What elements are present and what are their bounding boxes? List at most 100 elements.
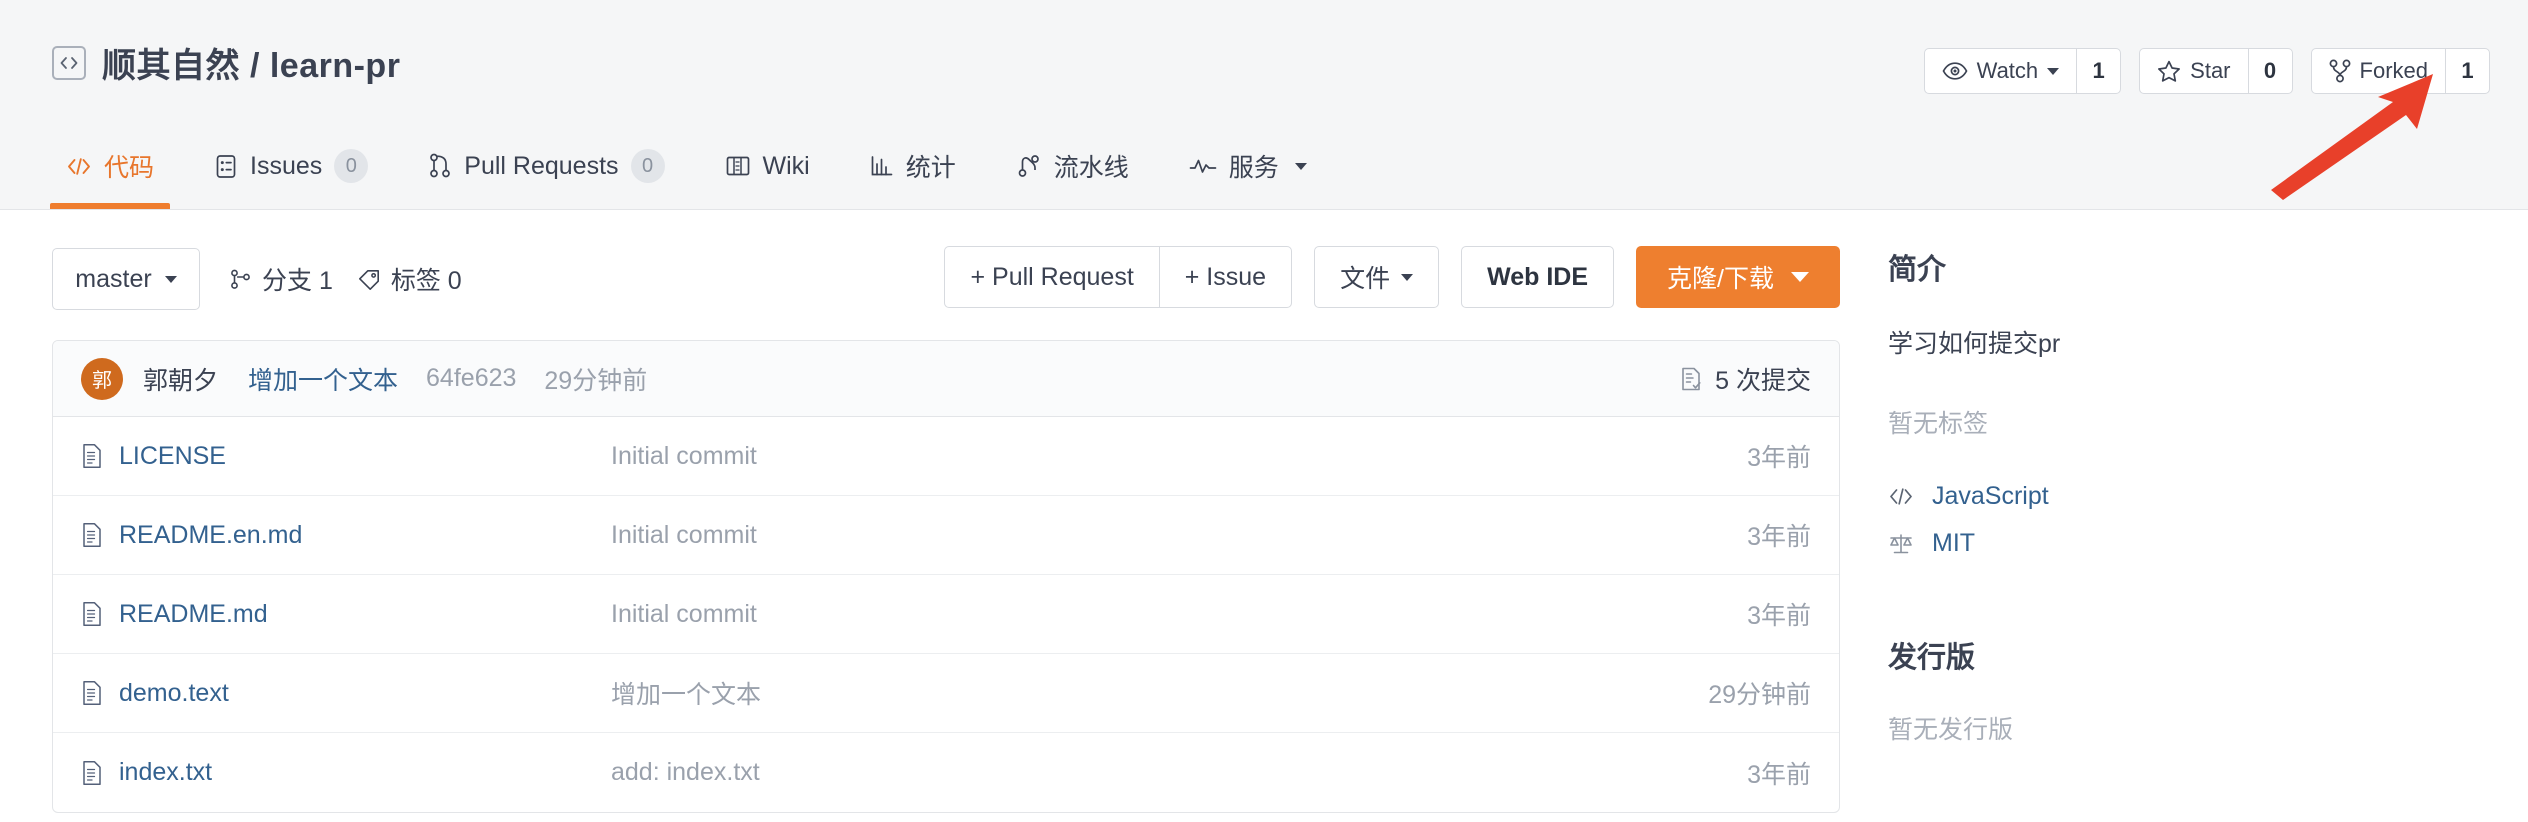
chevron-down-icon bbox=[164, 275, 177, 283]
star-count: 0 bbox=[2247, 49, 2292, 93]
table-row[interactable]: README.en.md Initial commit 3年前 bbox=[53, 496, 1839, 575]
header-actions: Watch 1 Star 0 Forked 1 bbox=[1923, 48, 2490, 94]
file-icon bbox=[81, 760, 103, 786]
tab-issues-badge: 0 bbox=[334, 149, 369, 183]
pipeline-icon bbox=[1016, 154, 1042, 178]
branch-count-label: 分支 1 bbox=[262, 267, 333, 295]
branch-count[interactable]: 分支 1 bbox=[230, 261, 333, 297]
avatar[interactable]: 郭 bbox=[81, 357, 123, 400]
commit-sha[interactable]: 64fe623 bbox=[426, 364, 516, 393]
file-name-cell[interactable]: index.txt bbox=[81, 758, 611, 787]
commit-count[interactable]: 5 次提交 bbox=[1679, 361, 1811, 397]
forked-button[interactable]: Forked bbox=[2312, 49, 2445, 93]
clone-download-button[interactable]: 克隆/下载 bbox=[1636, 246, 1840, 308]
tab-statistics[interactable]: 统计 bbox=[840, 123, 986, 209]
tab-issues-label: Issues bbox=[250, 151, 323, 180]
watch-label: Watch bbox=[1976, 58, 2039, 83]
new-pull-request-button[interactable]: + Pull Request bbox=[944, 246, 1159, 308]
table-row[interactable]: LICENSE Initial commit 3年前 bbox=[53, 417, 1839, 496]
tab-statistics-label: 统计 bbox=[905, 154, 956, 182]
tab-services-label: 服务 bbox=[1228, 154, 1279, 182]
issues-icon bbox=[214, 154, 238, 179]
file-commit-message: Initial commit bbox=[611, 441, 757, 470]
chevron-down-icon[interactable] bbox=[2047, 67, 2060, 75]
tab-pull-requests[interactable]: Pull Requests 0 bbox=[398, 123, 694, 209]
forked-label: Forked bbox=[2359, 58, 2428, 83]
commit-message[interactable]: 增加一个文本 bbox=[248, 361, 398, 397]
eye-icon bbox=[1942, 62, 1968, 80]
commit-history-icon bbox=[1679, 366, 1703, 392]
file-time: 3年前 bbox=[1747, 602, 1811, 630]
file-name-cell[interactable]: demo.text bbox=[81, 679, 611, 708]
repo-description: 学习如何提交pr bbox=[1888, 330, 2061, 358]
file-commit-message: Initial commit bbox=[611, 520, 757, 549]
commit-count-label: 5 次提交 bbox=[1715, 366, 1811, 395]
watch-button-group[interactable]: Watch 1 bbox=[1923, 48, 2122, 94]
branch-selector-label: master bbox=[75, 264, 152, 293]
toolbar-actions: + Pull Request + Issue 文件 Web IDE 克隆/下载 bbox=[944, 246, 1840, 308]
file-name: README.md bbox=[119, 599, 268, 628]
releases-heading: 发行版 bbox=[1888, 642, 1976, 674]
code-icon bbox=[1888, 488, 1914, 505]
file-icon bbox=[81, 522, 103, 548]
license-link[interactable]: MIT bbox=[1888, 529, 2448, 558]
file-icon bbox=[81, 601, 103, 627]
no-tags-text: 暂无标签 bbox=[1888, 410, 1989, 438]
tab-services[interactable]: 服务 bbox=[1159, 123, 1337, 209]
table-row[interactable]: demo.text 增加一个文本 29分钟前 bbox=[53, 654, 1839, 733]
chevron-down-icon[interactable] bbox=[1294, 162, 1307, 170]
language-label: JavaScript bbox=[1932, 482, 2049, 510]
repo-toolbar: master 分支 1 标签 0 + Pull Request + Issue … bbox=[0, 246, 1840, 312]
commit-author[interactable]: 郭朝夕 bbox=[143, 361, 218, 397]
web-ide-button[interactable]: Web IDE bbox=[1461, 246, 1615, 308]
service-icon bbox=[1189, 157, 1217, 175]
file-name-cell[interactable]: README.md bbox=[81, 600, 611, 629]
tag-count[interactable]: 标签 0 bbox=[358, 261, 462, 297]
tab-code[interactable]: 代码 bbox=[36, 123, 184, 209]
watch-button[interactable]: Watch bbox=[1925, 49, 2077, 93]
branch-tag-meta: 分支 1 标签 0 bbox=[230, 261, 462, 297]
table-row[interactable]: index.txt add: index.txt 3年前 bbox=[53, 733, 1839, 812]
releases-section: 发行版 暂无发行版 bbox=[1888, 634, 2448, 746]
code-brackets-icon bbox=[52, 45, 86, 80]
file-icon bbox=[81, 443, 103, 469]
file-commit-message: Initial commit bbox=[611, 599, 757, 628]
file-name: index.txt bbox=[119, 758, 213, 786]
license-scale-icon bbox=[1888, 533, 1914, 555]
file-time: 29分钟前 bbox=[1708, 681, 1811, 709]
tab-pull-requests-label: Pull Requests bbox=[464, 151, 619, 180]
file-time: 3年前 bbox=[1747, 760, 1811, 789]
watch-count: 1 bbox=[2076, 49, 2120, 93]
about-heading: 简介 bbox=[1888, 254, 1947, 286]
star-button[interactable]: Star bbox=[2140, 49, 2247, 93]
repo-nav-tabs: 代码 Issues 0 Pull Requests 0 Wiki 统计 流水线 … bbox=[36, 123, 1337, 209]
tab-wiki[interactable]: Wiki bbox=[695, 123, 840, 209]
pull-request-icon bbox=[428, 153, 452, 179]
files-dropdown-button[interactable]: 文件 bbox=[1314, 246, 1440, 308]
tab-pipeline[interactable]: 流水线 bbox=[986, 123, 1159, 209]
new-issue-button[interactable]: + Issue bbox=[1158, 246, 1293, 308]
create-buttons: + Pull Request + Issue bbox=[944, 246, 1293, 308]
forked-button-group[interactable]: Forked 1 bbox=[2310, 48, 2490, 94]
file-name: demo.text bbox=[119, 678, 229, 707]
file-list-panel: 郭 郭朝夕 增加一个文本 64fe623 29分钟前 5 次提交 LICENSE… bbox=[52, 340, 1840, 813]
clone-download-label: 克隆/下载 bbox=[1667, 265, 1774, 293]
chevron-down-icon bbox=[1401, 273, 1414, 281]
table-row[interactable]: README.md Initial commit 3年前 bbox=[53, 575, 1839, 654]
branch-selector[interactable]: master bbox=[52, 248, 200, 310]
branch-icon bbox=[230, 268, 252, 290]
tab-pipeline-label: 流水线 bbox=[1053, 154, 1129, 182]
file-name-cell[interactable]: LICENSE bbox=[81, 442, 611, 471]
files-dropdown-label: 文件 bbox=[1340, 265, 1391, 293]
language-link[interactable]: JavaScript bbox=[1888, 482, 2448, 511]
file-name: LICENSE bbox=[119, 441, 226, 470]
latest-commit-bar: 郭 郭朝夕 增加一个文本 64fe623 29分钟前 5 次提交 bbox=[53, 341, 1839, 417]
repo-title-row: 顺其自然 / learn-pr bbox=[52, 38, 400, 87]
star-button-group[interactable]: Star 0 bbox=[2139, 48, 2293, 94]
commit-time: 29分钟前 bbox=[544, 366, 648, 395]
tab-issues[interactable]: Issues 0 bbox=[184, 123, 398, 209]
tab-wiki-label: Wiki bbox=[762, 151, 810, 180]
file-name-cell[interactable]: README.en.md bbox=[81, 521, 611, 550]
file-time: 3年前 bbox=[1747, 523, 1811, 551]
fork-icon bbox=[2329, 59, 2351, 83]
